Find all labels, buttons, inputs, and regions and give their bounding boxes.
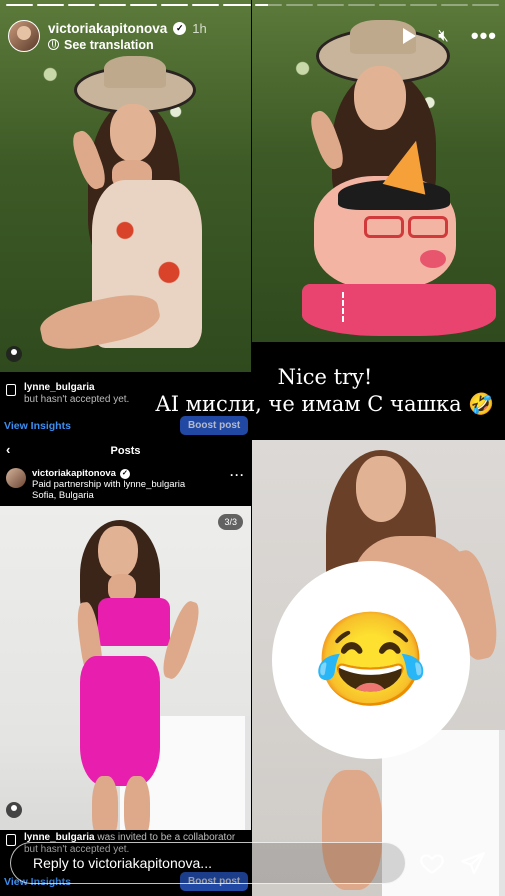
heart-icon[interactable] (419, 850, 445, 876)
story-progress-bar (6, 4, 499, 6)
lock-icon (6, 384, 16, 396)
lock-icon (6, 834, 16, 846)
progress-segment (347, 4, 375, 6)
play-icon[interactable] (403, 28, 417, 44)
reply-placeholder: Reply to victoriakapitonova... (33, 855, 212, 871)
user-tag-icon[interactable] (6, 802, 22, 818)
progress-fill (99, 4, 127, 6)
cartoon-glasses-right (408, 216, 448, 238)
carousel-counter: 3/3 (218, 514, 243, 530)
progress-segment (37, 4, 65, 6)
post-avatar[interactable] (6, 468, 26, 488)
collab-rest: but hasn't accepted yet. (24, 394, 130, 405)
progress-segment (6, 4, 34, 6)
progress-segment (378, 4, 406, 6)
progress-fill (192, 4, 220, 6)
story-header: victoriakapitonova ✓ 1h See translation … (8, 14, 497, 58)
cartoon-glasses-left (364, 216, 404, 238)
caption-line-2: AI мисли, че имам С чашка 🤣 (155, 392, 495, 416)
globe-icon (48, 39, 59, 50)
post-partnership[interactable]: Paid partnership with lynne_bulgaria (32, 479, 185, 490)
progress-segment (471, 4, 499, 6)
header-controls: 🔇︎ ••• (403, 25, 497, 47)
post-meta: victoriakapitonova ✓ Paid partnership wi… (32, 468, 185, 501)
header-text: victoriakapitonova ✓ 1h See translation (48, 21, 207, 52)
face (356, 456, 406, 522)
collage-photo-bottom-left: ‹ Posts victoriakapitonova ✓ Paid partne… (0, 440, 251, 896)
progress-segment (99, 4, 127, 6)
post-header: victoriakapitonova ✓ Paid partnership wi… (0, 462, 251, 506)
story-caption: Nice try! AI мисли, че имам С чашка 🤣 (150, 364, 500, 418)
pink-skirt (80, 656, 160, 786)
mute-icon[interactable]: 🔇︎ (438, 27, 449, 44)
progress-segment (130, 4, 158, 6)
post-username-row: victoriakapitonova ✓ (32, 468, 185, 479)
progress-segment (68, 4, 96, 6)
verified-badge-icon: ✓ (173, 21, 187, 35)
collab-user[interactable]: lynne_bulgaria (24, 382, 95, 393)
progress-fill (130, 4, 158, 6)
progress-segment (316, 4, 344, 6)
see-translation-button[interactable]: See translation (48, 38, 207, 52)
pink-outfit-photo: 3/3 (0, 506, 251, 842)
progress-segment (285, 4, 313, 6)
post-location[interactable]: Sofia, Bulgaria (32, 490, 185, 501)
caption-line-1: Nice try! (277, 365, 373, 389)
view-insights-link[interactable]: View Insights (4, 420, 71, 432)
progress-segment (409, 4, 437, 6)
face (98, 526, 138, 578)
emoji-sticker: 😂 (272, 561, 470, 759)
post-more-icon[interactable]: ··· (230, 468, 245, 482)
progress-fill (68, 4, 96, 6)
more-icon[interactable]: ••• (471, 25, 497, 47)
face (354, 66, 406, 130)
laughing-emoji: 😂 (313, 609, 429, 711)
progress-fill (6, 4, 34, 6)
progress-fill (223, 4, 251, 6)
user-tag-icon[interactable] (6, 346, 22, 362)
back-chevron-icon[interactable]: ‹ (6, 442, 10, 457)
send-icon[interactable] (460, 850, 486, 876)
post-username[interactable]: victoriakapitonova (32, 468, 116, 479)
story-viewer[interactable]: lynne_bulgaria but hasn't accepted yet. … (0, 0, 505, 896)
verified-badge-icon: ✓ (119, 468, 130, 479)
profile-avatar[interactable] (8, 20, 40, 52)
shorts-drawstring (342, 292, 356, 322)
story-time: 1h (192, 20, 207, 36)
progress-fill (37, 4, 65, 6)
header-user-row: victoriakapitonova ✓ 1h (48, 21, 207, 36)
reply-input[interactable]: Reply to victoriakapitonova... (10, 842, 406, 884)
progress-segment (440, 4, 468, 6)
collab-text: lynne_bulgaria but hasn't accepted yet. (24, 382, 129, 406)
progress-segment (161, 4, 189, 6)
progress-segment (223, 4, 251, 6)
see-translation-label: See translation (64, 37, 154, 52)
posts-tab-bar: ‹ Posts (0, 440, 251, 462)
cartoon-shorts (302, 284, 496, 336)
header-username[interactable]: victoriakapitonova (48, 21, 167, 36)
progress-fill (254, 4, 269, 6)
progress-segment (192, 4, 220, 6)
party-blower (420, 250, 446, 268)
progress-segment (254, 4, 282, 6)
progress-fill (161, 4, 189, 6)
boost-post-button[interactable]: Boost post (180, 416, 249, 435)
pink-crop-top (98, 598, 170, 646)
face (110, 104, 156, 162)
hat-crown (104, 56, 166, 88)
posts-tab-title: Posts (110, 445, 141, 457)
